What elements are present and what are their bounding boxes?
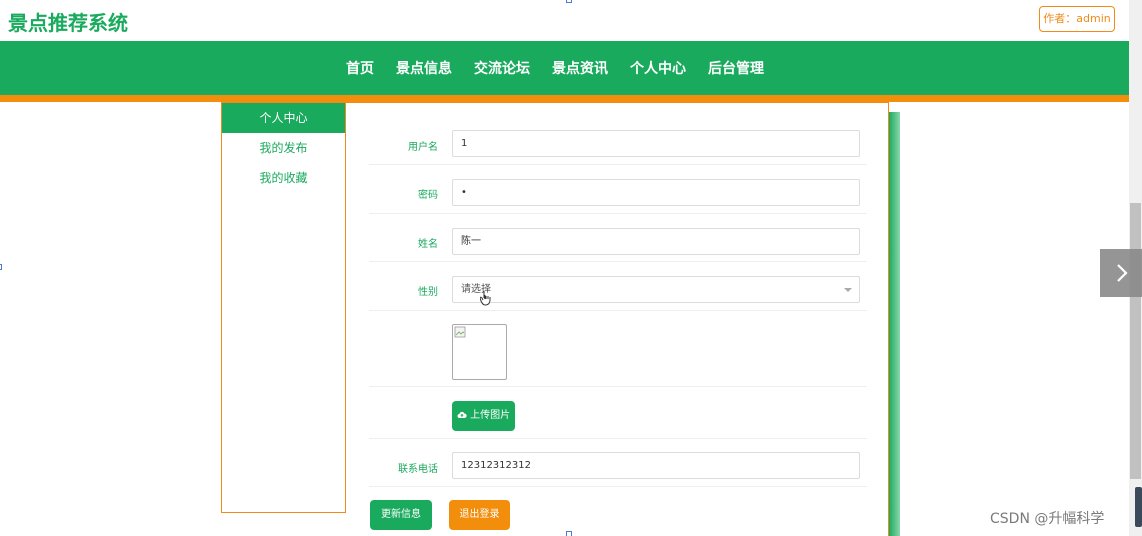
phone-label: 联系电话 [398, 464, 438, 475]
row-divider [369, 310, 867, 311]
scrollbar-thumb[interactable] [1130, 203, 1141, 479]
nav-accent-strip [0, 95, 1129, 102]
nav-item-attractions[interactable]: 景点信息 [396, 58, 452, 78]
sidebar-item-my-posts[interactable]: 我的发布 [222, 133, 345, 163]
upload-button-label: 上传图片 [470, 410, 511, 421]
nav-item-home[interactable]: 首页 [346, 58, 374, 78]
sidebar-item-profile[interactable]: 个人中心 [222, 103, 345, 133]
logout-button[interactable]: 退出登录 [449, 500, 510, 530]
sidebar-item-my-favorites[interactable]: 我的收藏 [222, 163, 345, 193]
avatar-image-preview [452, 324, 507, 380]
chevron-right-icon [1117, 264, 1128, 282]
username-input[interactable]: 1 [452, 130, 860, 157]
corner-widget [1135, 487, 1142, 527]
gender-select[interactable]: 请选择 [452, 276, 860, 303]
broken-image-icon [454, 326, 466, 338]
password-label: 密码 [418, 190, 438, 201]
page: 景点推荐系统 作者：admin 首页 景点信息 交流论坛 景点资讯 个人中心 后… [0, 0, 1142, 536]
top-header: 景点推荐系统 作者：admin [0, 0, 1129, 41]
name-input[interactable]: 陈一 [452, 228, 860, 255]
row-divider [369, 213, 867, 214]
author-badge[interactable]: 作者：admin [1039, 6, 1115, 32]
selection-handle-top [566, 0, 572, 3]
upload-image-button[interactable]: 上传图片 [452, 401, 515, 431]
next-slide-button[interactable] [1100, 249, 1142, 297]
hand-cursor-icon [480, 291, 491, 306]
row-divider [369, 164, 867, 165]
nav-item-news[interactable]: 景点资讯 [552, 58, 608, 78]
gender-label: 性别 [418, 287, 438, 298]
name-label: 姓名 [418, 239, 438, 250]
row-divider [369, 438, 867, 439]
row-divider [369, 261, 867, 262]
selection-handle-left [0, 264, 2, 270]
selection-handle-bottom [566, 531, 572, 536]
cloud-upload-icon [457, 411, 467, 418]
chevron-down-icon [844, 288, 852, 292]
username-label: 用户名 [408, 142, 438, 153]
site-title[interactable]: 景点推荐系统 [8, 7, 128, 36]
panel-shadow-edge [889, 112, 900, 536]
phone-input[interactable]: 12312312312 [452, 452, 860, 479]
update-info-button[interactable]: 更新信息 [370, 500, 432, 530]
password-input[interactable]: • [452, 179, 860, 206]
row-divider [369, 486, 867, 487]
row-divider [369, 386, 867, 387]
nav-item-forum[interactable]: 交流论坛 [474, 58, 530, 78]
main-nav: 首页 景点信息 交流论坛 景点资讯 个人中心 后台管理 [0, 41, 1129, 95]
nav-item-admin[interactable]: 后台管理 [708, 58, 764, 78]
watermark-text: CSDN @升幅科学 [990, 511, 1105, 527]
profile-sidebar: 个人中心 我的发布 我的收藏 [221, 102, 346, 513]
nav-item-profile[interactable]: 个人中心 [630, 58, 686, 78]
